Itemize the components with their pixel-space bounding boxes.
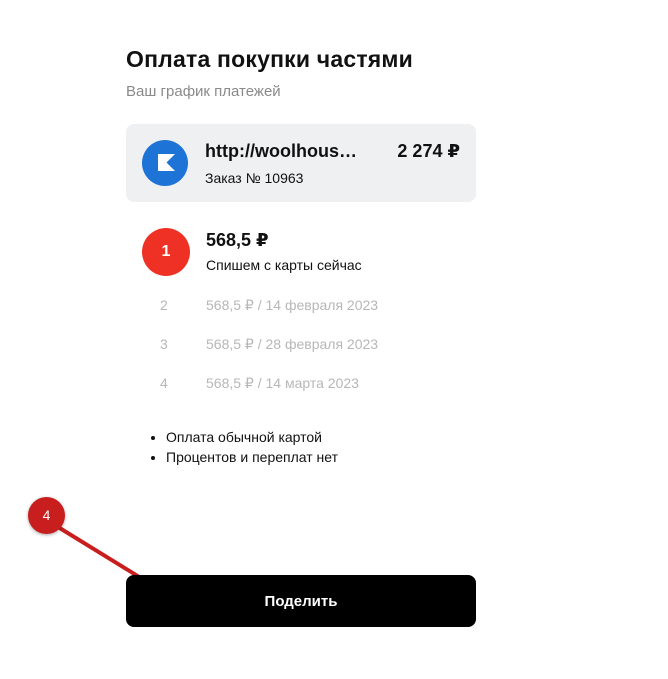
- split-payment-button[interactable]: Поделить: [126, 575, 476, 627]
- step-annotation-badge: 4: [28, 497, 65, 534]
